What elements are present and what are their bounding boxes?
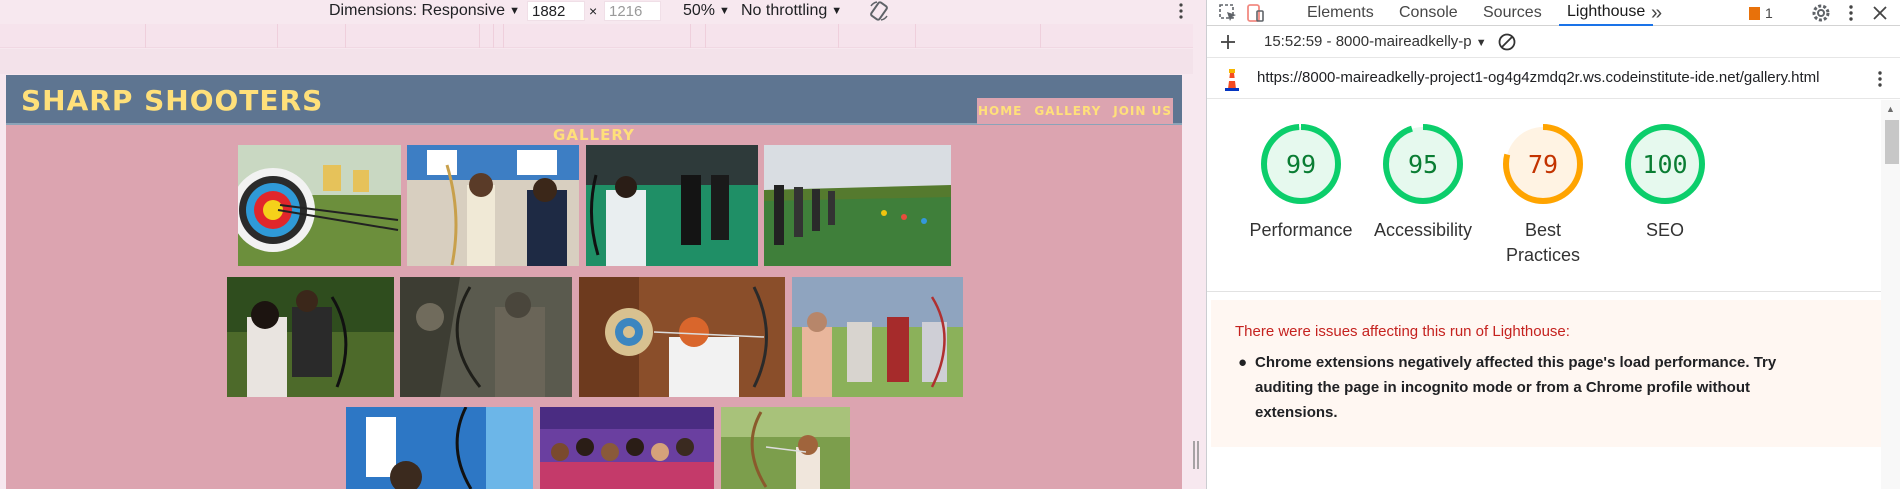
gallery-image[interactable]: [346, 407, 533, 489]
gauge-score: 79: [1528, 150, 1558, 179]
rotate-icon[interactable]: [868, 0, 890, 22]
run-warnings: There were issues affecting this run of …: [1211, 300, 1881, 447]
tab-lighthouse[interactable]: Lighthouse: [1559, 0, 1654, 26]
caret-down-icon: ▼: [719, 5, 730, 17]
report-menu-icon[interactable]: [1869, 68, 1891, 90]
zoom-dropdown[interactable]: 50% ▼: [683, 0, 730, 22]
warning-title: There were issues affecting this run of …: [1235, 323, 1570, 340]
report-url[interactable]: https://8000-maireadkelly-project1-og4g4…: [1257, 69, 1820, 86]
gauge-ring: 95: [1383, 124, 1463, 204]
gallery-image[interactable]: [540, 407, 714, 489]
bullet-icon: ●: [1238, 354, 1248, 371]
caret-down-icon: ▼: [1475, 37, 1487, 49]
issues-count: 1: [1765, 5, 1773, 21]
new-report-plus-icon[interactable]: [1217, 31, 1239, 53]
zoom-value: 50%: [683, 2, 716, 19]
gauge-ring: 100: [1625, 124, 1705, 204]
gallery-image[interactable]: [400, 277, 572, 397]
tab-elements[interactable]: Elements: [1307, 0, 1374, 26]
gauge-score: 100: [1642, 150, 1687, 179]
nav-join-link[interactable]: JOIN US: [1113, 104, 1172, 118]
gallery-image[interactable]: [792, 277, 963, 397]
gauge-score: 95: [1408, 150, 1438, 179]
caret-down-icon: ▼: [509, 5, 520, 17]
nav-home-link[interactable]: HOME: [978, 104, 1022, 118]
device-toolbar: Dimensions: Responsive ▼ 1882 × 1216 50%…: [0, 0, 1193, 22]
site-header: SHARP SHOOTERS HOME GALLERY JOIN US: [6, 75, 1182, 125]
gauge-score: 99: [1286, 150, 1316, 179]
close-icon[interactable]: [1869, 2, 1891, 24]
score-gauge-accessibility[interactable]: 95 Accessibility: [1353, 122, 1493, 243]
gallery-image[interactable]: [586, 145, 758, 266]
media-query-ruler[interactable]: [0, 24, 1193, 48]
width-input[interactable]: 1882: [527, 1, 585, 21]
gallery-image[interactable]: [721, 407, 850, 489]
tab-console[interactable]: Console: [1399, 0, 1458, 26]
settings-gear-icon[interactable]: [1810, 2, 1832, 24]
gallery-image[interactable]: [227, 277, 394, 397]
throttling-value: No throttling: [741, 2, 828, 19]
emulated-website: SHARP SHOOTERS HOME GALLERY JOIN US GALL…: [6, 75, 1182, 489]
gauge-label: Best Practices: [1505, 220, 1581, 265]
nav-gallery-link[interactable]: GALLERY: [1034, 104, 1101, 118]
section-divider: [1207, 291, 1881, 292]
gauge-ring: 79: [1503, 124, 1583, 204]
scroll-up-icon[interactable]: ▲: [1886, 104, 1895, 114]
devtools-menu-icon[interactable]: [1840, 2, 1862, 24]
gallery-image[interactable]: [764, 145, 951, 266]
gallery-image[interactable]: [579, 277, 785, 397]
site-logo[interactable]: SHARP SHOOTERS: [21, 84, 323, 117]
height-input[interactable]: 1216: [604, 1, 661, 21]
device-toolbar-icon[interactable]: [1244, 2, 1266, 24]
dimension-separator: ×: [589, 3, 598, 19]
dimensions-label: Dimensions: Responsive: [329, 2, 506, 19]
ruler-track: [0, 49, 1193, 74]
gauge-ring: 99: [1261, 124, 1341, 204]
gallery-image[interactable]: [407, 145, 579, 266]
devtools-tab-bar: Elements Console Sources Lighthouse » 1: [1207, 0, 1900, 26]
inspect-element-icon[interactable]: [1217, 2, 1239, 24]
lighthouse-toolbar: 15:52:59 - 8000-maireadkelly-p ▼: [1207, 27, 1900, 58]
report-scrollbar[interactable]: ▲: [1881, 100, 1900, 489]
throttling-dropdown[interactable]: No throttling ▼: [741, 0, 842, 22]
score-gauge-seo[interactable]: 100 SEO: [1595, 122, 1735, 243]
issue-flag-icon: [1749, 6, 1760, 20]
report-selector[interactable]: 15:52:59 - 8000-maireadkelly-p ▼: [1264, 33, 1487, 50]
resize-handle-icon[interactable]: [1192, 439, 1200, 471]
gauge-label: Accessibility: [1373, 220, 1473, 240]
issues-counter[interactable]: 1: [1749, 0, 1773, 26]
devtools-panel: Elements Console Sources Lighthouse » 1 …: [1206, 0, 1900, 489]
more-tabs-icon[interactable]: »: [1651, 0, 1662, 26]
warning-list: ● Chrome extensions negatively affected …: [1238, 350, 1815, 425]
dimensions-dropdown[interactable]: Dimensions: Responsive ▼: [329, 0, 520, 22]
tab-sources[interactable]: Sources: [1483, 0, 1542, 26]
report-url-bar: https://8000-maireadkelly-project1-og4g4…: [1207, 59, 1900, 99]
report-time: 15:52:59 - 8000-maireadkelly-p: [1264, 33, 1472, 50]
lighthouse-logo-icon: [1221, 67, 1243, 91]
score-gauge-best-practices[interactable]: 79 Best Practices: [1473, 122, 1613, 268]
gallery-image[interactable]: [238, 145, 401, 266]
caret-down-icon: ▼: [831, 5, 843, 17]
device-emulation-pane: Dimensions: Responsive ▼ 1882 × 1216 50%…: [0, 0, 1199, 489]
score-gauge-performance[interactable]: 99 Performance: [1231, 122, 1371, 243]
gallery-title: GALLERY: [553, 126, 635, 144]
more-options-icon[interactable]: [1178, 1, 1184, 21]
scroll-thumb[interactable]: [1885, 120, 1899, 164]
warning-item: Chrome extensions negatively affected th…: [1255, 354, 1777, 421]
gauge-label: Performance: [1249, 220, 1353, 240]
clear-reports-icon[interactable]: [1496, 31, 1518, 53]
site-nav: HOME GALLERY JOIN US: [977, 98, 1173, 124]
gauge-label: SEO: [1645, 220, 1684, 240]
